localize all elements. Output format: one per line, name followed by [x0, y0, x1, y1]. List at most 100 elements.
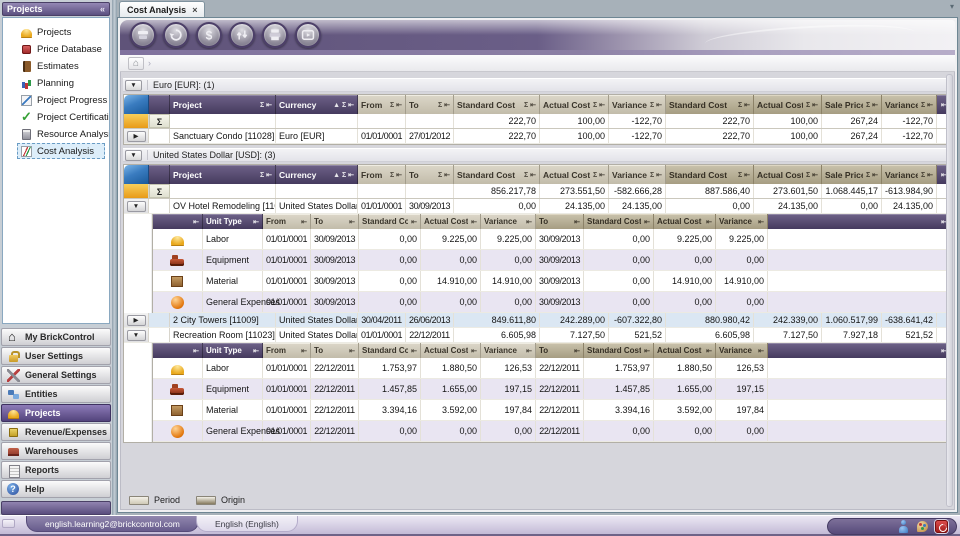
group-expander-icon[interactable]: ▼ — [125, 80, 142, 91]
unit-row[interactable]: Labor01/01/000122/12/20111.753,971.880,5… — [153, 358, 950, 379]
icon-column-header[interactable]: ⇤ — [153, 214, 203, 229]
home-icon[interactable]: ⌂ — [128, 57, 144, 70]
column-header-actual-cost[interactable]: Actual Cost⇤ — [421, 343, 481, 358]
sort-button[interactable] — [229, 22, 255, 48]
sidebar-item-price-database[interactable]: Price Database — [17, 41, 105, 57]
column-header-to[interactable]: To⇤ — [311, 343, 359, 358]
sidebar-item-cost-analysis[interactable]: Cost Analysis — [17, 143, 105, 159]
sidebar-collapse-icon[interactable]: « — [100, 4, 105, 14]
column-header-standard-cost[interactable]: Standard CostΣ ⇤ — [666, 165, 754, 184]
column-header-sale-price[interactable]: Sale PriceΣ ⇤ — [822, 165, 882, 184]
row-marker-header[interactable] — [124, 95, 149, 114]
column-header-standard-cost[interactable]: Standard Cost⇤ — [584, 214, 654, 229]
accordion-item-entities[interactable]: Entities — [1, 385, 111, 403]
column-header-actual-cost[interactable]: Actual CostΣ ⇤ — [540, 165, 609, 184]
column-header-variance[interactable]: Variance⇤ — [716, 214, 768, 229]
export-button[interactable] — [295, 22, 321, 48]
unit-row[interactable]: Material01/01/000122/12/20113.394,163.59… — [153, 400, 950, 421]
currency-button[interactable]: $ — [196, 22, 222, 48]
sidebar-item-estimates[interactable]: Estimates — [17, 58, 105, 74]
column-header-unit-type[interactable]: Unit Type⇤ — [203, 343, 263, 358]
sidebar-item-project-certification[interactable]: Project Certification — [17, 109, 105, 125]
column-header-actual-cost[interactable]: Actual Cost⇤ — [654, 343, 716, 358]
project-row[interactable]: ▶2 City Towers [11009]United States Doll… — [124, 313, 948, 328]
accordion-item-warehouses[interactable]: Warehouses — [1, 442, 111, 460]
column-header-actual-cost[interactable]: Actual Cost⇤ — [421, 214, 481, 229]
print-button[interactable] — [262, 22, 288, 48]
column-header-standard-cost[interactable]: Standard Cost⇤ — [359, 214, 421, 229]
collapse-row-icon[interactable]: ▼ — [127, 330, 146, 341]
expand-row-icon[interactable]: ▶ — [127, 315, 146, 326]
accordion-item-revenue-expenses[interactable]: Revenue/Expenses — [1, 423, 111, 441]
expand-row-icon[interactable]: ▶ — [127, 131, 146, 142]
language-pill[interactable]: English (English) — [196, 516, 298, 532]
unit-row[interactable]: Material01/01/000130/09/20130,0014.910,0… — [153, 271, 950, 292]
row-marker-header[interactable] — [124, 165, 149, 184]
column-header-from[interactable]: From⇤ — [263, 343, 311, 358]
column-header-variance[interactable]: VarianceΣ ⇤ — [882, 165, 937, 184]
sidebar-item-projects[interactable]: Projects — [17, 24, 105, 40]
column-header-to[interactable]: To⇤ — [536, 214, 584, 229]
sidebar-item-project-progress[interactable]: Project Progress — [17, 92, 105, 108]
header-filler[interactable]: ⇤ — [768, 343, 950, 358]
column-header-variance[interactable]: VarianceΣ ⇤ — [882, 95, 937, 114]
column-header-unit-type[interactable]: Unit Type⇤ — [203, 214, 263, 229]
column-header-actual-cost[interactable]: Actual CostΣ ⇤ — [754, 95, 822, 114]
summary-row[interactable]: Σ222,70100,00-122,70222,70100,00267,24-1… — [124, 114, 948, 129]
unit-row[interactable]: Labor01/01/000130/09/20130,009.225,009.2… — [153, 229, 950, 250]
project-row[interactable]: ▼Recreation Room [11023]United States Do… — [124, 328, 948, 343]
column-header-to[interactable]: ToΣ ⇤ — [406, 95, 454, 114]
sidebar-item-planning[interactable]: Planning — [17, 75, 105, 91]
open-button[interactable] — [130, 22, 156, 48]
vertical-scrollbar[interactable] — [946, 74, 953, 507]
column-header-actual-cost[interactable]: Actual CostΣ ⇤ — [540, 95, 609, 114]
unit-row[interactable]: General Expenses01/01/000130/09/20130,00… — [153, 292, 950, 313]
sidebar-item-resource-analysis[interactable]: Resource Analysis — [17, 126, 105, 142]
column-header-actual-cost[interactable]: Actual Cost⇤ — [654, 214, 716, 229]
user-account-pill[interactable]: english.learning2@brickcontrol.com — [26, 516, 199, 532]
summary-row[interactable]: Σ856.217,78273.551,50-582.666,28887.586,… — [124, 184, 948, 199]
column-header-currency[interactable]: Currency▲ Σ ⇤ — [276, 165, 358, 184]
column-header-actual-cost[interactable]: Actual CostΣ ⇤ — [754, 165, 822, 184]
accordion-item-help[interactable]: Help — [1, 480, 111, 498]
user-icon[interactable] — [897, 520, 910, 533]
column-header-from[interactable]: From⇤ — [263, 214, 311, 229]
theme-palette-icon[interactable] — [916, 520, 929, 533]
column-header-variance[interactable]: Variance⇤ — [481, 343, 536, 358]
column-header-standard-cost[interactable]: Standard CostΣ ⇤ — [454, 95, 540, 114]
unit-row[interactable]: Equipment01/01/000130/09/20130,000,000,0… — [153, 250, 950, 271]
column-header-from[interactable]: FromΣ ⇤ — [358, 165, 406, 184]
column-header-from[interactable]: FromΣ ⇤ — [358, 95, 406, 114]
column-header-standard-cost[interactable]: Standard CostΣ ⇤ — [454, 165, 540, 184]
collapse-row-icon[interactable]: ▼ — [127, 201, 146, 212]
sigma-column-header[interactable] — [149, 165, 170, 184]
icon-column-header[interactable]: ⇤ — [153, 343, 203, 358]
column-header-variance[interactable]: VarianceΣ ⇤ — [609, 95, 666, 114]
column-header-to[interactable]: ToΣ ⇤ — [406, 165, 454, 184]
accordion-item-general-settings[interactable]: General Settings — [1, 366, 111, 384]
column-header-variance[interactable]: Variance⇤ — [716, 343, 768, 358]
column-header-variance[interactable]: VarianceΣ ⇤ — [609, 165, 666, 184]
column-header-to[interactable]: To⇤ — [536, 343, 584, 358]
accordion-item-my-brickcontrol[interactable]: My BrickControl — [1, 328, 111, 346]
column-header-currency[interactable]: Currency▲ Σ ⇤ — [276, 95, 358, 114]
accordion-item-reports[interactable]: Reports — [1, 461, 111, 479]
sidebar-panel-header[interactable]: Projects « — [2, 2, 110, 16]
column-header-to[interactable]: To⇤ — [311, 214, 359, 229]
project-row[interactable]: ▶Sanctuary Condo [11028]Euro [EUR]01/01/… — [124, 129, 948, 144]
unit-row[interactable]: General Expenses01/01/000122/12/20110,00… — [153, 421, 950, 442]
column-header-sale-price[interactable]: Sale PriceΣ ⇤ — [822, 95, 882, 114]
header-filler[interactable]: ⇤ — [768, 214, 950, 229]
accordion-item-projects[interactable]: Projects — [1, 404, 111, 422]
column-header-standard-cost[interactable]: Standard CostΣ ⇤ — [666, 95, 754, 114]
unit-row[interactable]: Equipment01/01/000122/12/20111.457,851.6… — [153, 379, 950, 400]
refresh-button[interactable] — [163, 22, 189, 48]
accordion-item-user-settings[interactable]: User Settings — [1, 347, 111, 365]
tab-list-caret-icon[interactable]: ▾ — [950, 2, 954, 11]
logout-icon[interactable] — [935, 520, 948, 533]
column-header-standard-cost[interactable]: Standard Cost⇤ — [584, 343, 654, 358]
tab-cost-analysis[interactable]: Cost Analysis × — [119, 1, 205, 17]
sigma-column-header[interactable] — [149, 95, 170, 114]
column-header-project[interactable]: ProjectΣ ⇤ — [170, 95, 276, 114]
column-header-standard-cost[interactable]: Standard Cost⇤ — [359, 343, 421, 358]
